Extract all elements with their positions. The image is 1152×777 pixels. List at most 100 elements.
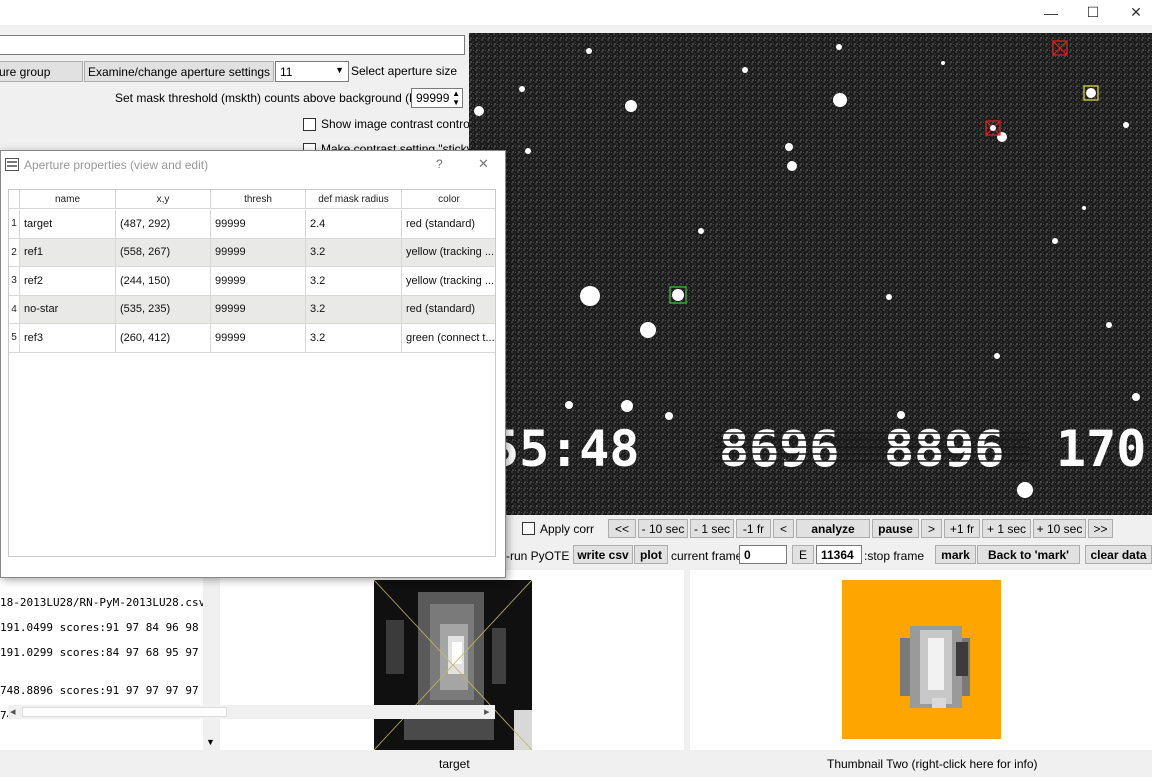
aperture-properties-dialog: Aperture properties (view and edit) ? ✕ … [0,150,506,719]
stop-frame-input[interactable]: 11364 [816,545,862,564]
table-cell-name[interactable]: ref2 [20,267,116,296]
examine-aperture-settings-button[interactable]: Examine/change aperture settings [84,61,274,82]
table-cell-color[interactable]: red (standard) [402,210,495,239]
forward-1-sec-button[interactable]: + 1 sec [982,519,1031,538]
dialog-title: Aperture properties (view and edit) [24,158,209,172]
scrollbar-thumb[interactable] [22,707,227,717]
table-cell-radius[interactable]: 3.2 [306,267,402,296]
table-cell-thresh[interactable]: 99999 [211,324,306,353]
row-header[interactable]: 5 [9,324,20,353]
table-cell-xy[interactable]: (558, 267) [116,238,211,267]
row-header[interactable]: 2 [9,238,20,267]
star-field-image[interactable]: 55:48 8696 8896 170 [469,33,1152,515]
star [994,353,1000,359]
column-header-color[interactable]: color [402,190,495,209]
minimize-button[interactable]: — [1028,0,1074,25]
forward-10-sec-button[interactable]: + 10 sec [1033,519,1086,538]
mark-button[interactable]: mark [935,545,976,564]
aperture-group-button[interactable]: ure group [0,61,83,82]
thumbnail-one-panel[interactable] [220,570,684,750]
mask-threshold-spinbox[interactable]: 99999 ▲ ▼ [411,88,463,108]
step-back-button[interactable]: < [773,519,794,538]
table-cell-name[interactable]: ref1 [20,238,116,267]
step-forward-button[interactable]: > [921,519,942,538]
star [990,125,996,131]
apply-corr-checkbox[interactable] [522,522,535,535]
log-vertical-scrollbar[interactable]: ▼ [203,578,218,750]
apply-corr-label: Apply corr [540,522,595,536]
table-horizontal-scrollbar[interactable]: ◂ ▸ [8,705,495,719]
spin-arrows-icon[interactable]: ▲ ▼ [452,89,460,107]
scroll-right-icon[interactable]: ▸ [484,705,490,718]
aperture-size-select[interactable]: 11 ▼ [275,61,349,82]
table-cell-thresh[interactable]: 99999 [211,238,306,267]
vti-field-2: 8896 [884,420,1004,478]
close-window-button[interactable]: ✕ [1113,0,1152,25]
table-cell-color[interactable]: green (connect t... [402,324,495,353]
thumbnail-two-panel[interactable] [690,570,1152,750]
table-cell-radius[interactable]: 2.4 [306,210,402,239]
forward-all-button[interactable]: >> [1088,519,1113,538]
vti-field-3: 170 [1056,420,1146,478]
vti-timestamp: 55:48 [489,420,640,478]
mask-threshold-label: Set mask threshold (mskth) counts above … [115,91,446,105]
table-cell-color[interactable]: red (standard) [402,295,495,324]
dialog-close-button[interactable]: ✕ [478,156,489,172]
table-cell-xy[interactable]: (487, 292) [116,210,211,239]
column-header-thresh[interactable]: thresh [211,190,306,209]
table-cell-color[interactable]: yellow (tracking ... [402,267,495,296]
current-frame-input[interactable]: 0 [739,545,787,564]
back-1-frame-button[interactable]: -1 fr [736,519,771,538]
star [1123,122,1129,128]
show-contrast-checkbox[interactable] [303,118,316,131]
column-header-name[interactable]: name [20,190,116,209]
table-corner[interactable] [9,190,20,209]
table-cell-thresh[interactable]: 99999 [211,210,306,239]
table-cell-thresh[interactable]: 99999 [211,295,306,324]
scroll-down-icon[interactable]: ▼ [206,737,215,747]
row-header[interactable]: 1 [9,210,20,239]
aperture-table[interactable]: name x,y thresh def mask radius color 1 target… [8,189,496,557]
folder-path-field[interactable] [0,35,465,55]
plot-button[interactable]: plot [634,545,668,564]
column-header-xy[interactable]: x,y [116,190,211,209]
star [1086,88,1096,98]
stop-frame-label: :stop frame [864,549,925,563]
star [580,286,600,306]
maximize-button[interactable]: ☐ [1070,0,1116,25]
rewind-all-button[interactable]: << [608,519,636,538]
back-10-sec-button[interactable]: - 10 sec [638,519,688,538]
dialog-help-button[interactable]: ? [436,157,443,171]
star [1132,393,1140,401]
row-header[interactable]: 3 [9,267,20,296]
table-cell-xy[interactable]: (244, 150) [116,267,211,296]
log-text-panel[interactable]: 18-2013LU28/RN-PyM-2013LU28.csv 191.0499… [0,578,218,750]
star [672,289,684,301]
table-cell-xy[interactable]: (260, 412) [116,324,211,353]
table-cell-name[interactable]: no-star [20,295,116,324]
table-cell-radius[interactable]: 3.2 [306,238,402,267]
write-csv-button[interactable]: write csv [573,545,633,564]
table-cell-radius[interactable]: 3.2 [306,295,402,324]
scroll-left-icon[interactable]: ◂ [10,705,16,718]
chevron-down-icon: ▼ [335,65,344,75]
table-cell-thresh[interactable]: 99999 [211,267,306,296]
table-cell-name[interactable]: ref3 [20,324,116,353]
thumbnail-two-image [842,580,1001,739]
star [941,61,945,65]
back-to-mark-button[interactable]: Back to 'mark' [977,545,1080,564]
back-1-sec-button[interactable]: - 1 sec [690,519,734,538]
table-cell-color[interactable]: yellow (tracking ... [402,238,495,267]
thumbnail-two-label[interactable]: Thumbnail Two (right-click here for info… [827,757,1038,771]
pause-button[interactable]: pause [872,519,919,538]
row-header[interactable]: 4 [9,295,20,324]
forward-1-frame-button[interactable]: +1 fr [944,519,980,538]
clear-data-button[interactable]: clear data [1085,545,1152,564]
column-header-radius[interactable]: def mask radius [306,190,402,209]
table-cell-xy[interactable]: (535, 235) [116,295,211,324]
table-cell-radius[interactable]: 3.2 [306,324,402,353]
analyze-button[interactable]: analyze [796,519,870,538]
table-cell-name[interactable]: target [20,210,116,239]
e-button[interactable]: E [792,545,814,564]
star [1106,322,1112,328]
